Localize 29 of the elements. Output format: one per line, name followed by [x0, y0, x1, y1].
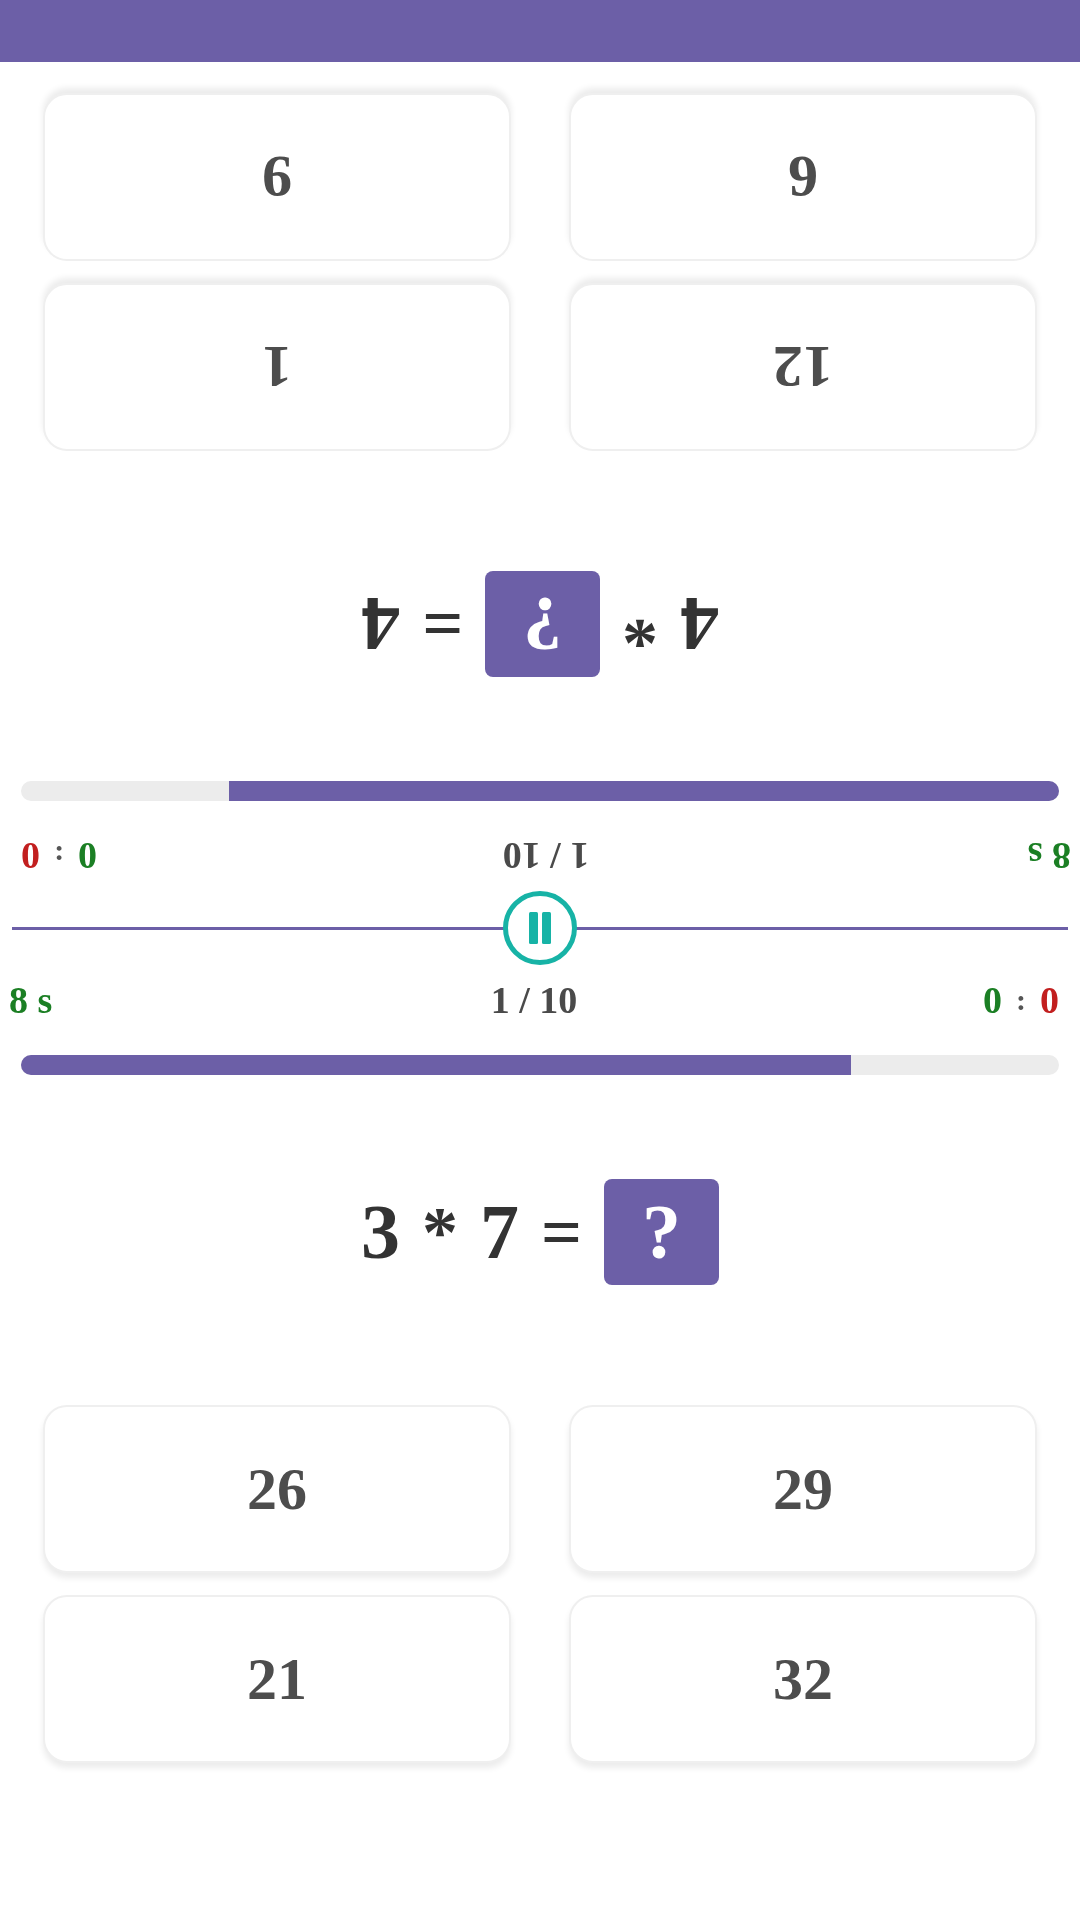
answer-card[interactable]: 26	[43, 1405, 511, 1573]
answer-card[interactable]: 29	[569, 1405, 1037, 1573]
equation-operator: *	[622, 588, 658, 660]
equation-number: 4	[361, 585, 400, 663]
equation-number: 3	[361, 1193, 400, 1271]
countdown-timer: 8 s	[1027, 835, 1071, 877]
answer-card[interactable]: 9	[43, 93, 511, 261]
countdown-timer: 8 s	[9, 979, 53, 1021]
equation-number: 4	[680, 585, 719, 663]
correct-score: 0	[983, 979, 1002, 1021]
answer-card[interactable]: 1	[43, 283, 511, 451]
pause-icon	[529, 912, 551, 944]
answer-card[interactable]: 12	[569, 283, 1037, 451]
round-counter: 1 / 10	[502, 835, 590, 877]
answer-slot: ?	[604, 1179, 719, 1285]
answer-card[interactable]: 32	[569, 1595, 1037, 1763]
round-counter: 1 / 10	[490, 979, 578, 1021]
answer-card[interactable]: 21	[43, 1595, 511, 1763]
score-separator: :	[54, 839, 64, 875]
equation-number: 7	[480, 1193, 519, 1271]
score-separator: :	[1016, 982, 1026, 1018]
wrong-score: 0	[21, 835, 40, 877]
equation-operator: =	[541, 1196, 582, 1268]
equation-operator: =	[422, 588, 463, 660]
answer-slot: ?	[485, 571, 600, 677]
correct-score: 0	[78, 835, 97, 877]
equation-operator: *	[422, 1196, 458, 1268]
wrong-score: 0	[1040, 979, 1059, 1021]
answer-card[interactable]: 6	[569, 93, 1037, 261]
